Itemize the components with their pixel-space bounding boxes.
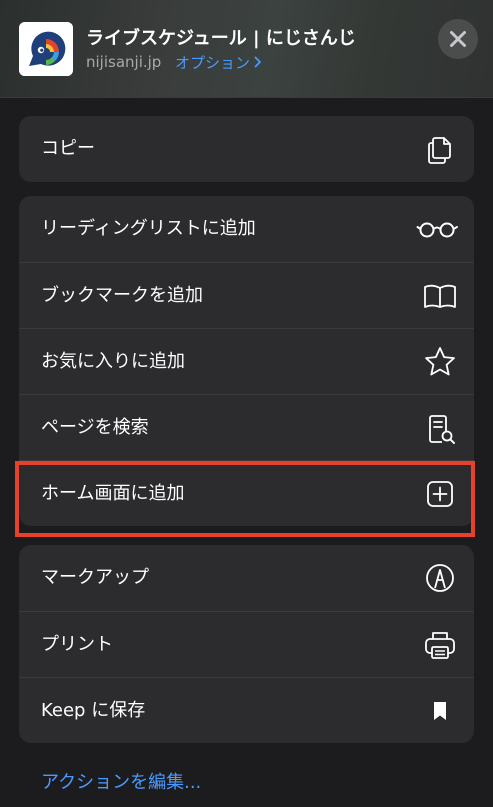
action-label: コピー <box>41 138 95 159</box>
action-label: プリント <box>41 634 113 655</box>
action-group-extensions: マークアップ プリント Keep に保存 <box>19 545 474 743</box>
star-icon <box>420 342 460 382</box>
page-title: ライブスケジュール | にじさんじ <box>86 28 356 49</box>
action-add-bookmark[interactable]: ブックマークを追加 <box>19 262 474 328</box>
book-icon <box>420 276 460 316</box>
action-add-reading-list[interactable]: リーディングリストに追加 <box>19 196 474 262</box>
edit-actions-link[interactable]: アクションを編集... <box>41 768 201 794</box>
find-in-page-icon <box>420 408 460 448</box>
action-save-to-keep[interactable]: Keep に保存 <box>19 677 474 743</box>
bookmark-filled-icon <box>420 691 460 731</box>
action-add-favorite[interactable]: お気に入りに追加 <box>19 328 474 394</box>
page-domain: nijisanji.jp <box>86 53 162 71</box>
chevron-right-icon <box>254 54 262 72</box>
copy-icon <box>420 129 460 169</box>
action-label: リーディングリストに追加 <box>41 218 256 239</box>
action-label: ページを検索 <box>41 417 149 438</box>
action-label: ブックマークを追加 <box>41 285 203 306</box>
close-button[interactable] <box>438 19 478 59</box>
action-group-page: リーディングリストに追加 ブックマークを追加 お気に入りに追加 ページを検索 ホ… <box>19 196 474 526</box>
nijisanji-logo-icon <box>19 22 73 76</box>
action-find-on-page[interactable]: ページを検索 <box>19 394 474 460</box>
action-label: ホーム画面に追加 <box>41 483 185 504</box>
action-copy[interactable]: コピー <box>19 116 474 182</box>
action-print[interactable]: プリント <box>19 611 474 677</box>
options-label: オプション <box>175 54 251 72</box>
action-markup[interactable]: マークアップ <box>19 545 474 611</box>
close-icon <box>450 31 466 47</box>
action-group-copy: コピー <box>19 116 474 182</box>
action-label: マークアップ <box>41 567 149 588</box>
glasses-icon <box>416 209 460 249</box>
action-add-to-home-screen[interactable]: ホーム画面に追加 <box>19 460 474 526</box>
action-label: Keep に保存 <box>41 700 146 721</box>
action-label: お気に入りに追加 <box>41 351 185 372</box>
options-link[interactable]: オプション <box>175 52 262 73</box>
printer-icon <box>420 625 460 665</box>
markup-pen-icon <box>420 558 460 598</box>
add-square-icon <box>420 474 460 514</box>
share-sheet-header: ライブスケジュール | にじさんじ nijisanji.jp オプション <box>0 0 493 98</box>
